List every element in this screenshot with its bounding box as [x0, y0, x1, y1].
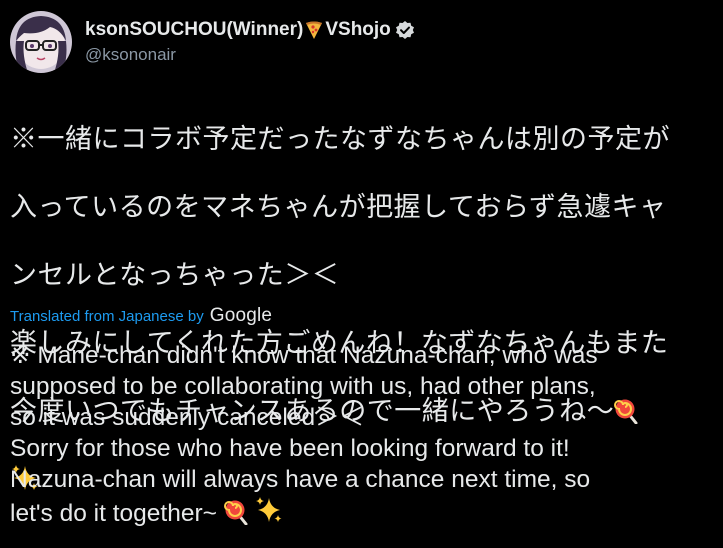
original-text-line: ※一緒にコラボ予定だったなずなちゃんは別の予定が [10, 124, 670, 155]
translation-attribution[interactable]: Translated from Japanese by Google [10, 305, 272, 327]
translated-text-line: Sorry for those who have been looking fo… [10, 435, 570, 462]
translated-from-label[interactable]: Translated from Japanese by [10, 308, 204, 325]
user-names: ksonSOUCHOU(Winner) VShojo @ksononair [85, 18, 415, 66]
tweet-header: ksonSOUCHOU(Winner) VShojo @ksononair [10, 10, 415, 74]
verified-badge-icon[interactable] [395, 20, 415, 40]
display-name[interactable]: ksonSOUCHOU(Winner) [85, 18, 303, 42]
lollipop-emoji [223, 499, 250, 525]
translated-text-line: so it was suddenly canceled＞＜ [10, 404, 365, 431]
translated-text-line: let's do it together~ [10, 500, 217, 527]
sparkles-emoji [254, 495, 284, 525]
original-text-line: ンセルとなっちゃった＞＜ [10, 260, 340, 291]
translated-text-line-with-emoji: let's do it together~ [10, 495, 720, 529]
translated-text-line: Nazuna-chan will always have a chance ne… [10, 466, 591, 493]
avatar[interactable] [10, 11, 72, 73]
original-text-line: 入っているのをマネちゃんが把握しておらず急遽キャ [10, 192, 667, 223]
pizza-icon [304, 20, 324, 40]
translated-tweet-text: ※ Mane-chan didn't know that Nazuna-chan… [10, 340, 720, 529]
display-name-suffix[interactable]: VShojo [325, 18, 390, 42]
translated-text-line: ※ Mane-chan didn't know that Nazuna-chan… [10, 342, 598, 369]
tweet: ksonSOUCHOU(Winner) VShojo @ksononair ※一… [0, 0, 723, 548]
user-handle[interactable]: @ksononair [85, 44, 415, 66]
display-name-row[interactable]: ksonSOUCHOU(Winner) VShojo [85, 18, 415, 42]
google-logo: Google [209, 305, 273, 326]
translated-text-line: supposed to be collaborating with us, ha… [10, 373, 596, 400]
